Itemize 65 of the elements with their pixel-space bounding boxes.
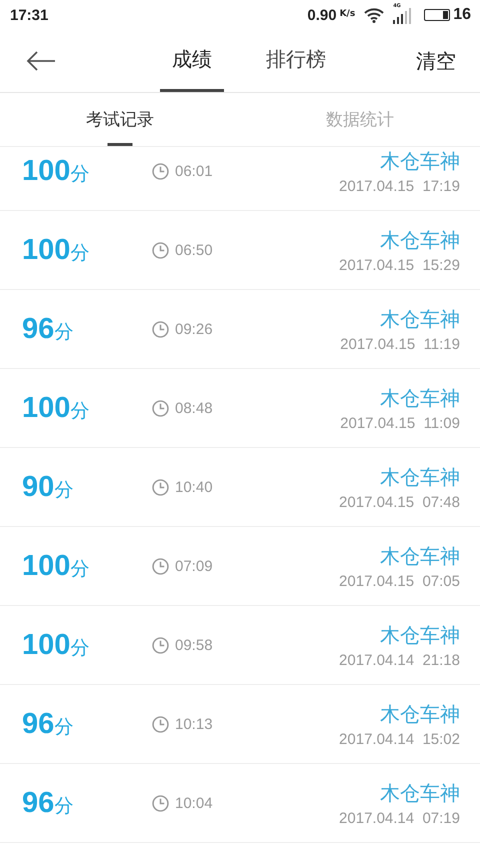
- clock-icon: [152, 400, 169, 416]
- record-date: 2017.04.15 07:48: [339, 494, 460, 510]
- record-date: 2017.04.14 21:18: [339, 652, 460, 668]
- score-unit: 分: [54, 794, 74, 818]
- record-date: 2017.04.14 07:19: [339, 810, 460, 826]
- record-date: 2017.04.15 07:05: [339, 572, 460, 590]
- duration-text: 06:01: [175, 162, 213, 180]
- battery-icon: [424, 9, 450, 21]
- nav-tab[interactable]: 排行榜: [254, 30, 338, 92]
- speed-unit: K/s: [340, 9, 356, 19]
- clock-icon: [152, 636, 169, 654]
- score-value: 100: [22, 154, 70, 188]
- duration-text: 08:48: [175, 400, 213, 416]
- user-name: 木仓车神: [380, 542, 460, 570]
- score-value: 96: [22, 786, 54, 820]
- record-date: 2017.04.15 11:09: [340, 414, 460, 432]
- score-unit: 分: [70, 240, 90, 266]
- clear-button[interactable]: 清空: [416, 48, 456, 74]
- record-date: 2017.04.15 11:19: [340, 336, 460, 352]
- battery-level: 16: [453, 6, 471, 24]
- score-unit: 分: [70, 636, 90, 660]
- clock-time: 17:31: [10, 6, 48, 24]
- user-name: 木仓车神: [380, 306, 460, 332]
- network-speed: 0.90: [307, 6, 337, 24]
- user-name: 木仓车神: [380, 780, 460, 806]
- score-value: 96: [22, 708, 54, 740]
- score-value: 90: [22, 470, 54, 504]
- clock-icon: [152, 242, 169, 258]
- clock-icon: [152, 794, 169, 812]
- record-date: 2017.04.14 15:02: [339, 730, 460, 748]
- clock-icon: [152, 716, 169, 732]
- user-name: 木仓车神: [380, 148, 460, 174]
- score-unit: 分: [54, 320, 74, 344]
- score-unit: 分: [70, 556, 90, 582]
- user-name: 木仓车神: [380, 464, 460, 490]
- duration-text: 10:40: [175, 478, 213, 496]
- record-date: 2017.04.15 15:29: [339, 256, 460, 274]
- score-value: 100: [22, 234, 70, 266]
- clock-icon: [152, 558, 169, 574]
- score-unit: 分: [70, 162, 90, 186]
- duration-text: 06:50: [175, 242, 213, 258]
- sub-tab[interactable]: 考试记录: [86, 93, 154, 146]
- record-date: 2017.04.15 17:19: [339, 178, 460, 194]
- duration-text: 10:04: [175, 794, 213, 812]
- duration-text: 09:26: [175, 320, 213, 338]
- nav-tab[interactable]: 成绩: [160, 30, 224, 92]
- user-name: 木仓车神: [380, 226, 460, 254]
- score-unit: 分: [70, 398, 90, 424]
- user-name: 木仓车神: [380, 622, 460, 648]
- duration-text: 09:58: [175, 636, 213, 654]
- duration-text: 10:13: [175, 716, 213, 732]
- score-value: 100: [22, 628, 70, 662]
- duration-text: 07:09: [175, 558, 213, 574]
- clock-icon: [152, 320, 169, 338]
- score-value: 100: [22, 550, 70, 582]
- clock-icon: [152, 478, 169, 496]
- wifi-icon: [364, 7, 384, 23]
- score-unit: 分: [54, 478, 74, 502]
- score-value: 96: [22, 312, 54, 346]
- user-name: 木仓车神: [380, 384, 460, 412]
- score-unit: 分: [54, 714, 74, 740]
- user-name: 木仓车神: [380, 700, 460, 728]
- clock-icon: [152, 162, 169, 180]
- score-value: 100: [22, 392, 70, 424]
- back-arrow-icon[interactable]: [26, 50, 56, 72]
